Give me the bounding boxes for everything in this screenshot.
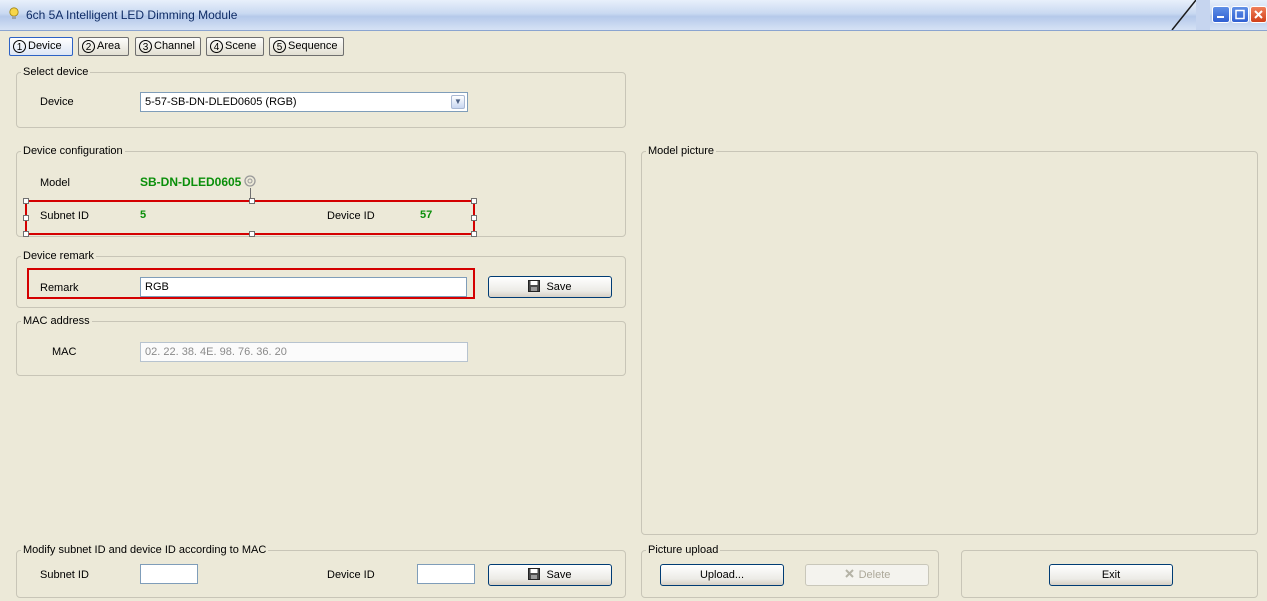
window-title: 6ch 5A Intelligent LED Dimming Module xyxy=(26,8,238,22)
delete-label: Delete xyxy=(858,569,891,581)
select-device-legend: Select device xyxy=(21,66,91,79)
exit-button[interactable]: Exit xyxy=(1049,564,1173,586)
title-bar-divider xyxy=(1171,0,1210,30)
resize-handle[interactable] xyxy=(471,198,477,204)
picture-upload-legend: Picture upload xyxy=(646,544,721,557)
resize-handle[interactable] xyxy=(471,231,477,237)
mac-address-legend: MAC address xyxy=(21,315,92,328)
device-select[interactable]: 5-57-SB-DN-DLED0605 (RGB) ▼ xyxy=(140,92,468,112)
remark-input[interactable]: RGB xyxy=(140,277,467,297)
device-id-value: 57 xyxy=(420,209,433,221)
tab-number: 1 xyxy=(13,40,26,53)
remark-label: Remark xyxy=(40,282,79,294)
tab-scene[interactable]: 4 Scene xyxy=(206,37,264,56)
close-icon xyxy=(1254,10,1263,19)
resize-handle[interactable] xyxy=(23,198,29,204)
device-configuration-legend: Device configuration xyxy=(21,145,125,158)
tab-label: Scene xyxy=(225,40,257,52)
maximize-icon xyxy=(1235,9,1245,20)
tab-label: Device xyxy=(28,40,62,52)
maximize-button[interactable] xyxy=(1231,6,1249,23)
device-id-label: Device ID xyxy=(327,210,375,222)
resize-handle[interactable] xyxy=(471,215,477,221)
resize-handle[interactable] xyxy=(249,231,255,237)
close-button[interactable] xyxy=(1250,6,1267,23)
minimize-icon xyxy=(1217,16,1224,18)
title-bar[interactable]: 6ch 5A Intelligent LED Dimming Module xyxy=(0,0,1267,31)
model-value: SB-DN-DLED0605 xyxy=(140,175,242,189)
tab-area[interactable]: 2 Area xyxy=(78,37,129,56)
device-remark-legend: Device remark xyxy=(21,250,96,263)
modify-device-id-input[interactable] xyxy=(417,564,475,584)
resize-handle[interactable] xyxy=(23,215,29,221)
tab-sequence[interactable]: 5 Sequence xyxy=(269,37,344,56)
subnet-id-value: 5 xyxy=(140,209,147,221)
tab-number: 3 xyxy=(139,40,152,53)
tab-label: Channel xyxy=(154,40,195,52)
mac-label: MAC xyxy=(52,346,77,358)
upload-button[interactable]: Upload... xyxy=(660,564,784,586)
modify-device-id-label: Device ID xyxy=(327,569,375,581)
remark-save-label: Save xyxy=(546,281,572,293)
bulb-icon xyxy=(9,7,19,19)
device-select-value: 5-57-SB-DN-DLED0605 (RGB) xyxy=(145,96,297,108)
tab-channel[interactable]: 3 Channel xyxy=(135,37,201,56)
modify-save-button[interactable]: Save xyxy=(488,564,612,586)
save-icon xyxy=(528,568,541,580)
resize-handle[interactable] xyxy=(249,198,255,204)
tab-device[interactable]: 1 Device xyxy=(9,37,73,56)
chevron-down-icon[interactable]: ▼ xyxy=(451,95,465,109)
modify-subnet-id-label: Subnet ID xyxy=(40,569,89,581)
subnet-id-label: Subnet ID xyxy=(40,210,89,222)
delete-button[interactable]: Delete xyxy=(805,564,929,586)
tab-number: 5 xyxy=(273,40,286,53)
save-icon xyxy=(528,280,541,292)
remark-save-button[interactable]: Save xyxy=(488,276,612,298)
tab-label: Area xyxy=(97,40,121,52)
tab-number: 2 xyxy=(82,40,95,53)
subnet-device-id-highlight xyxy=(23,198,477,237)
modify-by-mac-legend: Modify subnet ID and device ID according… xyxy=(21,544,269,557)
refresh-icon[interactable] xyxy=(243,174,257,188)
mac-field: 02. 22. 38. 4E. 98. 76. 36. 20 xyxy=(140,342,468,362)
resize-handle[interactable] xyxy=(23,231,29,237)
minimize-button[interactable] xyxy=(1212,6,1230,23)
device-label: Device xyxy=(40,96,74,108)
modify-save-label: Save xyxy=(546,569,572,581)
model-label: Model xyxy=(40,177,70,189)
delete-icon xyxy=(844,569,854,578)
tab-number: 4 xyxy=(210,40,223,53)
tab-label: Sequence xyxy=(288,40,338,52)
model-picture-legend: Model picture xyxy=(646,145,717,158)
modify-subnet-id-input[interactable] xyxy=(140,564,198,584)
model-picture-group: Model picture xyxy=(641,145,1258,535)
